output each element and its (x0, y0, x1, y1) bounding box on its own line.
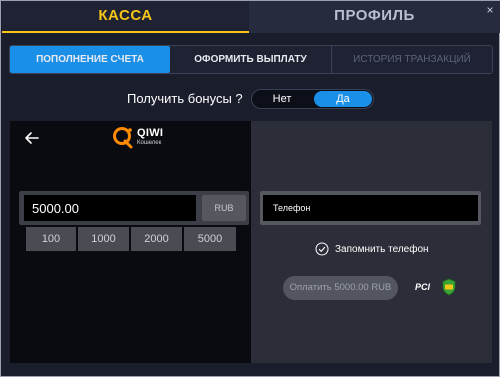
amount-input[interactable] (24, 195, 196, 221)
bonus-option-yes[interactable]: Да (314, 91, 372, 107)
qiwi-logo-icon (113, 127, 133, 149)
qiwi-logo: QIWI Кошелек (112, 126, 172, 156)
pay-button[interactable]: Оплатить 5000.00 RUB (283, 276, 398, 300)
close-icon[interactable]: × (484, 4, 496, 16)
remember-phone-checkbox[interactable]: Запомнить телефон (315, 241, 429, 257)
remember-phone-label: Запомнить телефон (335, 243, 429, 255)
tab-withdraw[interactable]: ОФОРМИТЬ ВЫПЛАТУ (170, 46, 332, 73)
tab-transactions-history[interactable]: ИСТОРИЯ ТРАНЗАКЦИЙ (332, 46, 492, 73)
back-arrow-icon[interactable] (24, 130, 40, 146)
cashier-subtabs: ПОПОЛНЕНИЕ СЧЕТА ОФОРМИТЬ ВЫПЛАТУ ИСТОРИ… (9, 45, 493, 74)
payment-details-panel: Запомнить телефон Оплатить 5000.00 RUB P… (251, 121, 492, 363)
amount-field-group: RUB (19, 191, 249, 225)
tab-profile[interactable]: ПРОФИЛЬ (249, 1, 500, 33)
ssl-shield-icon (441, 278, 457, 296)
preset-amount-button[interactable]: 1000 (78, 227, 129, 251)
tab-deposit[interactable]: ПОПОЛНЕНИЕ СЧЕТА (10, 46, 170, 73)
qiwi-subtitle: Кошелек (137, 140, 162, 146)
phone-field-group (260, 191, 481, 225)
bonus-label: Получить бонусы ? (127, 91, 243, 106)
bonus-row: Получить бонусы ? Нет Да (1, 89, 500, 109)
tab-kassa[interactable]: КАССА (2, 1, 249, 33)
preset-amount-button[interactable]: 2000 (131, 227, 182, 251)
amount-presets: 100 1000 2000 5000 (26, 227, 236, 251)
phone-input[interactable] (263, 195, 478, 221)
bonus-toggle[interactable]: Нет Да (251, 89, 374, 109)
main-tabs: КАССА ПРОФИЛЬ × (2, 1, 500, 33)
pci-icon: PCI (415, 282, 431, 292)
cashier-window: КАССА ПРОФИЛЬ × ПОПОЛНЕНИЕ СЧЕТА ОФОРМИТ… (0, 0, 500, 377)
qiwi-name: QIWI (137, 127, 164, 139)
currency-selector[interactable]: RUB (202, 195, 246, 221)
check-circle-icon (315, 242, 329, 256)
preset-amount-button[interactable]: 5000 (184, 227, 236, 251)
payment-amount-panel: QIWI Кошелек RUB 100 1000 2000 5000 (10, 121, 251, 363)
bonus-option-no[interactable]: Нет (256, 91, 308, 107)
preset-amount-button[interactable]: 100 (26, 227, 76, 251)
